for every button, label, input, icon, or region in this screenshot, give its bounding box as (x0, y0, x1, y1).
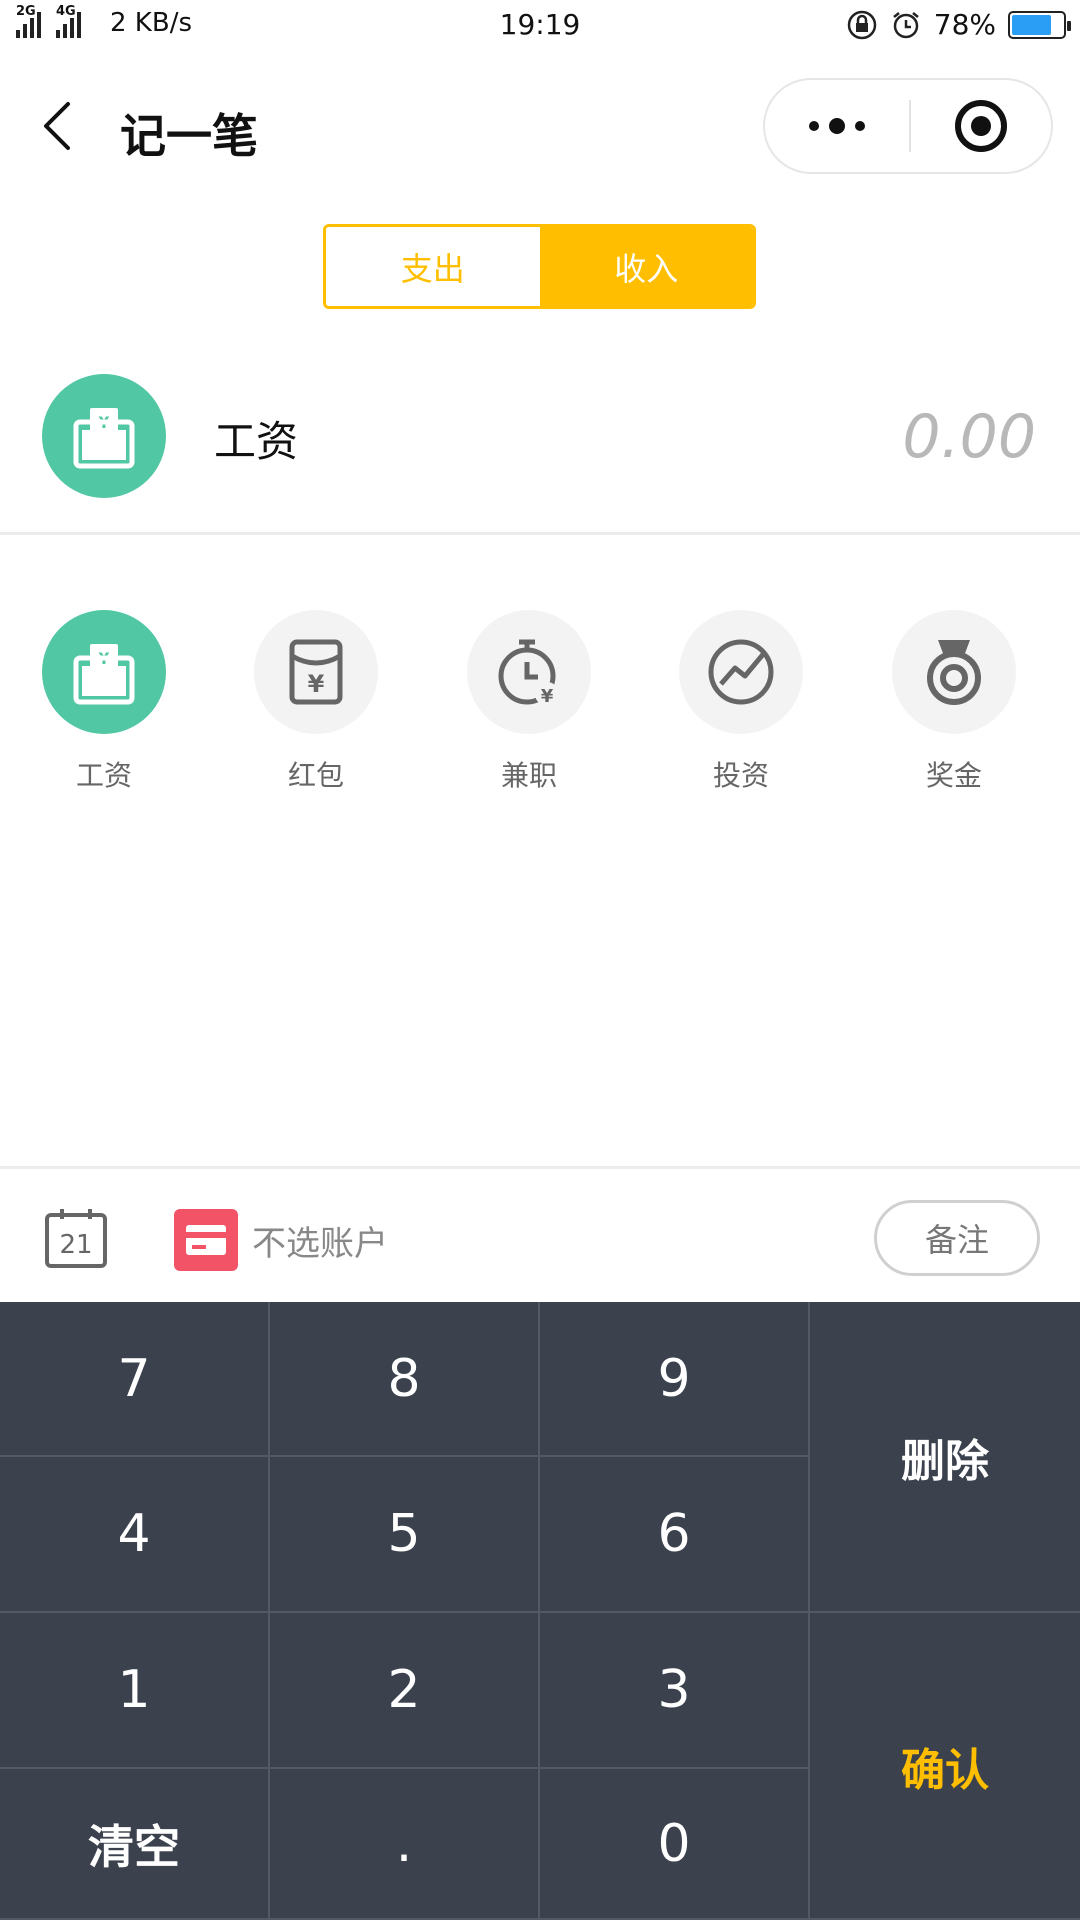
target-icon (955, 100, 1007, 152)
page-title: 记一笔 (120, 109, 258, 163)
clear-button[interactable]: 清空 (0, 1769, 270, 1920)
category-salary[interactable]: ¥ 工资 (19, 610, 189, 800)
card-icon (174, 1209, 238, 1271)
medal-icon (927, 640, 981, 705)
number-keypad: 7 8 9 4 5 6 1 2 3 清空 . 0 删除 确认 (0, 1302, 1080, 1920)
key-2[interactable]: 2 (270, 1613, 540, 1769)
tab-income[interactable]: 收入 (539, 227, 753, 306)
category-label: 投资 (712, 759, 769, 792)
category-label: 兼职 (500, 759, 557, 792)
key-8[interactable]: 8 (270, 1302, 540, 1457)
category-label: 奖金 (925, 759, 982, 792)
selected-category-icon: ¥ (42, 374, 166, 498)
battery-icon (1008, 10, 1071, 39)
status-bar: 2G 4G 2 KB/s 19:19 78% (0, 0, 1080, 52)
mini-program-capsule (763, 78, 1053, 174)
category-grid: ¥ 工资 ¥ 红包 ¥ 兼职 投资 奖金 (0, 610, 1080, 800)
category-bonus[interactable]: 奖金 (869, 610, 1039, 800)
type-tabs: 支出 收入 (323, 224, 756, 309)
account-selector[interactable]: 不选账户 (174, 1209, 388, 1271)
trend-chart-icon (708, 639, 774, 705)
confirm-button[interactable]: 确认 (810, 1613, 1080, 1920)
category-label: 工资 (75, 759, 132, 792)
more-dots-icon (855, 121, 865, 131)
calendar-icon[interactable]: 21 (44, 1207, 108, 1269)
red-envelope-yen-icon: ¥ (289, 639, 343, 705)
wallet-yen-icon: ¥ (73, 644, 135, 705)
chevron-left-icon[interactable] (30, 96, 90, 156)
battery-percent: 78% (933, 8, 996, 41)
alarm-icon (892, 11, 919, 38)
more-button[interactable] (765, 80, 909, 172)
more-dots-icon (829, 118, 845, 134)
amount-display: 0.00 (902, 402, 1036, 472)
category-circle: ¥ (42, 610, 166, 734)
category-investment[interactable]: 投资 (656, 610, 826, 800)
category-part-time[interactable]: ¥ 兼职 (444, 610, 614, 800)
category-circle (679, 610, 803, 734)
rotation-lock-icon (847, 10, 877, 39)
nav-bar: 记一笔 (0, 52, 1080, 202)
key-6[interactable]: 6 (540, 1457, 810, 1613)
category-circle: ¥ (467, 610, 591, 734)
category-circle: ¥ (254, 610, 378, 734)
key-9[interactable]: 9 (540, 1302, 810, 1457)
battery-fill (1012, 14, 1051, 35)
stopwatch-yen-icon: ¥ (498, 639, 559, 707)
status-right: 78% (846, 8, 1071, 41)
wallet-yen-icon: ¥ (73, 408, 135, 469)
amount-row: ¥ 工资 0.00 (0, 370, 1080, 535)
close-button[interactable] (911, 80, 1051, 172)
key-5[interactable]: 5 (270, 1457, 540, 1613)
note-button[interactable]: 备注 (874, 1200, 1040, 1276)
tool-row: 21 不选账户 备注 (0, 1166, 1080, 1302)
svg-text:¥: ¥ (308, 670, 325, 698)
calendar-day: 21 (59, 1230, 92, 1260)
category-red-envelope[interactable]: ¥ 红包 (231, 610, 401, 800)
selected-category-name: 工资 (214, 417, 299, 466)
account-label: 不选账户 (252, 1223, 388, 1264)
category-label: 红包 (287, 759, 344, 792)
key-3[interactable]: 3 (540, 1613, 810, 1769)
category-circle (892, 610, 1016, 734)
key-0[interactable]: 0 (540, 1769, 810, 1920)
more-dots-icon (809, 121, 819, 131)
key-1[interactable]: 1 (0, 1613, 270, 1769)
key-4[interactable]: 4 (0, 1457, 270, 1613)
key-dot[interactable]: . (270, 1769, 540, 1920)
key-7[interactable]: 7 (0, 1302, 270, 1457)
delete-button[interactable]: 删除 (810, 1302, 1080, 1613)
svg-text:¥: ¥ (541, 686, 554, 707)
tab-expense[interactable]: 支出 (326, 227, 540, 306)
